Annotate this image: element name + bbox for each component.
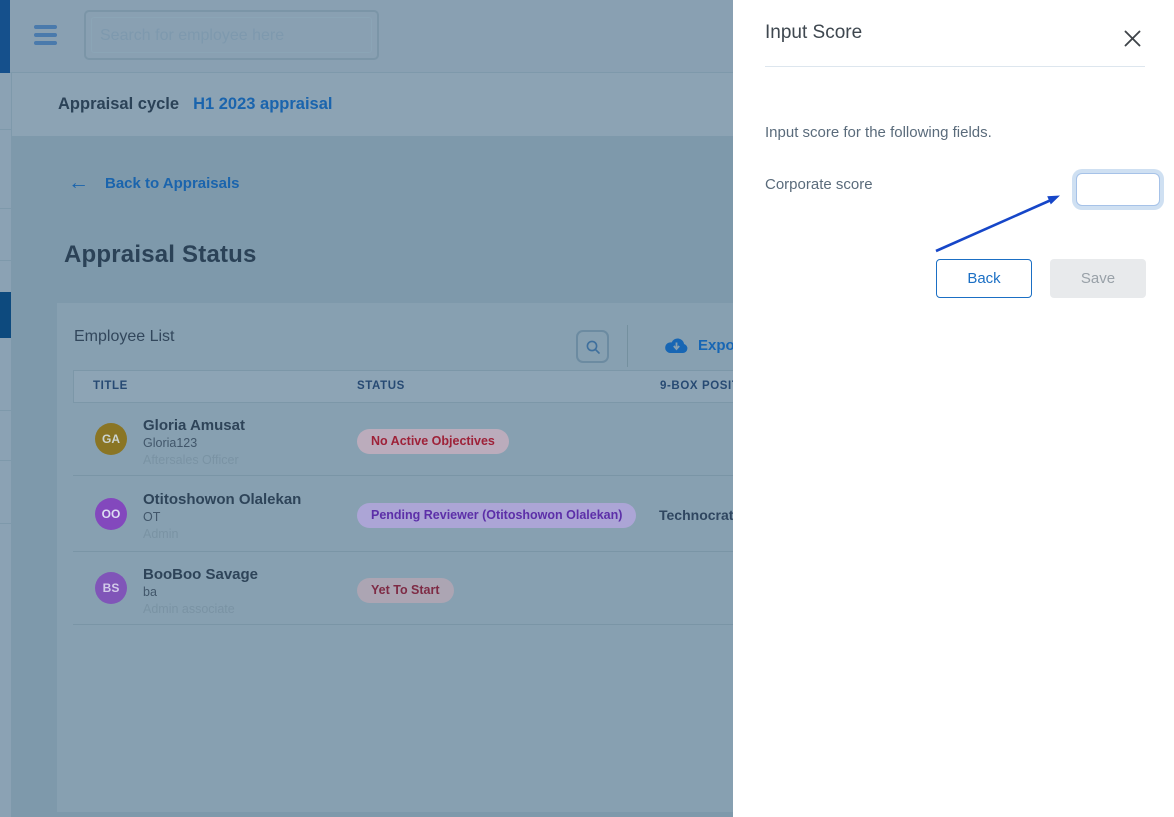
employee-search-input[interactable] <box>98 12 352 60</box>
corporate-score-label: Corporate score <box>765 176 873 193</box>
search-icon <box>585 339 601 355</box>
status-badge: No Active Objectives <box>357 429 509 454</box>
appraisal-cycle-label: Appraisal cycle <box>58 95 179 114</box>
corporate-score-input[interactable] <box>1076 173 1160 206</box>
cloud-download-icon <box>664 336 689 354</box>
appraisal-cycle-link[interactable]: H1 2023 appraisal <box>193 95 332 114</box>
status-badge: Pending Reviewer (Otitoshowon Olalekan) <box>357 503 636 528</box>
avatar: OO <box>95 498 127 530</box>
employee-search-box[interactable] <box>84 10 379 60</box>
sidebar-divider <box>0 460 11 461</box>
nine-box-position: Technocrat <box>659 507 733 523</box>
close-drawer-button[interactable] <box>1121 27 1143 49</box>
sidebar-divider <box>0 129 11 130</box>
employee-role: Admin associate <box>143 601 258 618</box>
table-search-button[interactable] <box>576 330 609 363</box>
hamburger-menu-icon[interactable] <box>34 25 57 47</box>
drawer-divider <box>765 66 1145 67</box>
employee-username: Gloria123 <box>143 435 245 452</box>
back-button[interactable]: Back <box>936 259 1032 298</box>
avatar: BS <box>95 572 127 604</box>
employee-list-title: Employee List <box>74 328 175 346</box>
close-icon <box>1124 30 1141 47</box>
back-arrow-icon: ← <box>68 174 89 192</box>
save-button[interactable]: Save <box>1050 259 1146 298</box>
employee-role: Aftersales Officer <box>143 452 245 469</box>
employee-name: BooBoo Savage <box>143 565 258 584</box>
back-link-label: Back to Appraisals <box>105 175 240 192</box>
column-header-title: TITLE <box>93 371 128 402</box>
toolbar-divider <box>627 325 628 367</box>
back-to-appraisals-link[interactable]: ← Back to Appraisals <box>68 174 240 192</box>
employee-identity: Otitoshowon Olalekan OT Admin <box>143 490 301 543</box>
avatar: GA <box>95 423 127 455</box>
column-header-status: STATUS <box>357 371 405 402</box>
annotation-arrow <box>733 0 1174 817</box>
page-title: Appraisal Status <box>64 241 257 269</box>
status-badge: Yet To Start <box>357 578 454 603</box>
employee-name: Gloria Amusat <box>143 416 245 435</box>
sidebar-divider <box>0 260 11 261</box>
brand-logo-strip <box>0 0 10 73</box>
sidebar-active-item[interactable] <box>0 292 11 338</box>
employee-name: Otitoshowon Olalekan <box>143 490 301 509</box>
input-score-drawer: Input Score Input score for the followin… <box>733 0 1174 817</box>
employee-username: OT <box>143 509 301 526</box>
sidebar-divider <box>0 523 11 524</box>
sidebar-divider <box>0 208 11 209</box>
employee-role: Admin <box>143 526 301 543</box>
employee-username: ba <box>143 584 258 601</box>
drawer-description: Input score for the following fields. <box>765 124 992 141</box>
drawer-title: Input Score <box>765 22 862 44</box>
sidebar-divider <box>0 410 11 411</box>
employee-identity: Gloria Amusat Gloria123 Aftersales Offic… <box>143 416 245 469</box>
app-screen: Appraisal cycle H1 2023 appraisal ← Back… <box>0 0 1174 817</box>
employee-identity: BooBoo Savage ba Admin associate <box>143 565 258 618</box>
collapsed-sidebar[interactable] <box>0 73 12 817</box>
